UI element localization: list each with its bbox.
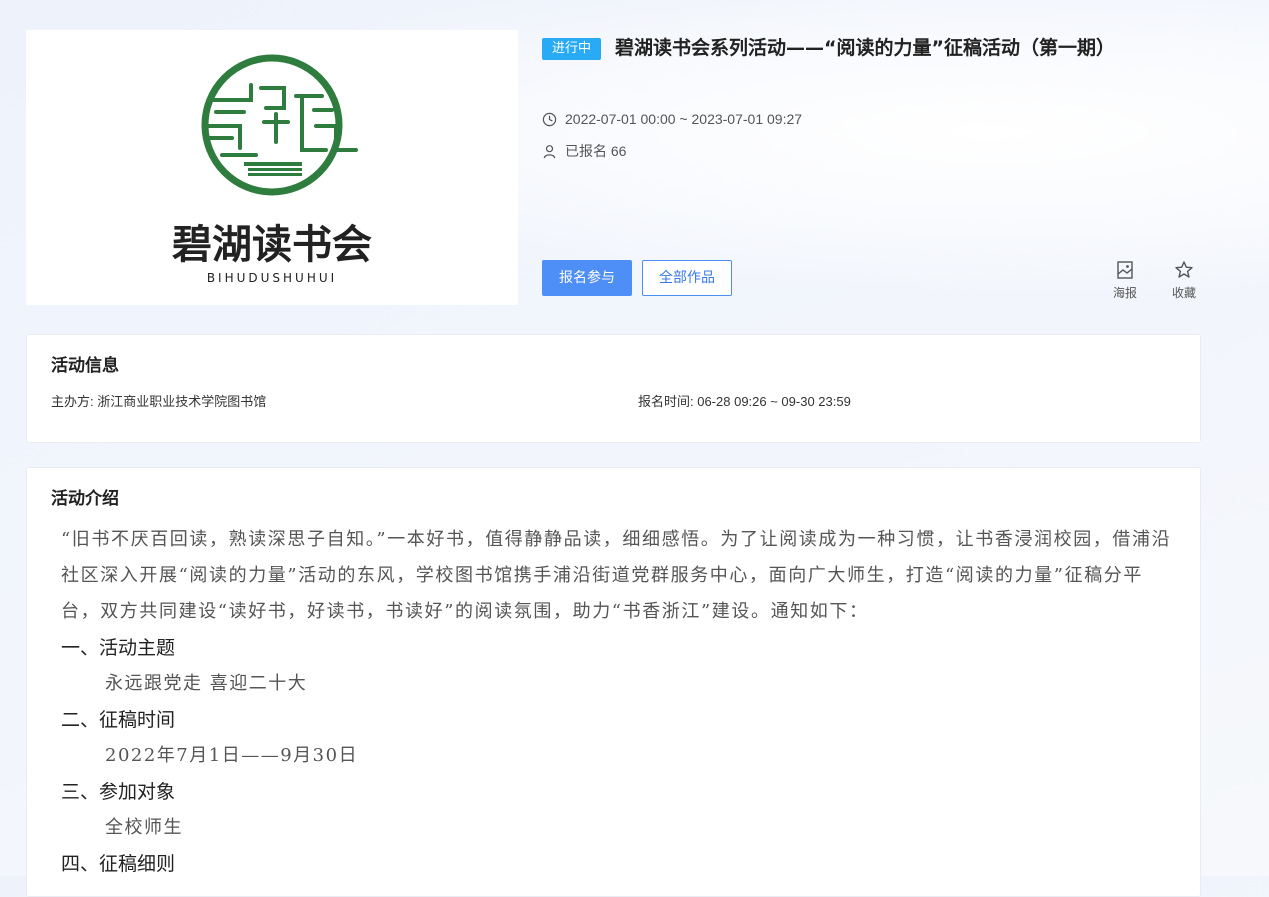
section-heading: 二、征稿时间 xyxy=(61,709,176,731)
section-heading: 一、活动主题 xyxy=(61,637,176,659)
activity-cover-image: 碧湖读书会 BIHUDUSHUHUI xyxy=(26,30,518,305)
section-text: 永远跟党走 喜迎二十大 xyxy=(105,673,308,694)
section-heading: 三、参加对象 xyxy=(61,781,176,803)
section-text: 2022年7月1日——9月30日 xyxy=(105,745,359,766)
intro-content: “旧书不厌百回读，熟读深思子自知。”一本好书，值得静静品读，细细感悟。为了让阅读… xyxy=(61,522,1181,882)
clock-icon xyxy=(542,112,557,126)
logo-title: 碧湖读书会 xyxy=(172,222,372,268)
signup-time-text: 报名时间: 06-28 09:26 ~ 09-30 23:59 xyxy=(638,394,851,409)
activity-intro-heading: 活动介绍 xyxy=(51,489,119,509)
bihu-logo: 碧湖读书会 BIHUDUSHUHUI xyxy=(172,54,372,285)
logo-pinyin: BIHUDUSHUHUI xyxy=(207,271,337,285)
poster-icon xyxy=(1117,261,1133,279)
activity-time: 2022-07-01 00:00 ~ 2023-07-01 09:27 xyxy=(542,109,802,129)
poster-button[interactable]: 海报 xyxy=(1105,260,1145,301)
organizer-text: 主办方: 浙江商业职业技术学院图书馆 xyxy=(51,394,267,409)
activity-info-heading: 活动信息 xyxy=(51,356,119,376)
activity-info-card: 活动信息 主办方: 浙江商业职业技术学院图书馆 报名时间: 06-28 09:2… xyxy=(26,334,1201,443)
user-icon xyxy=(543,144,556,158)
favorite-label: 收藏 xyxy=(1171,286,1196,300)
star-icon xyxy=(1175,261,1193,278)
section-text: 全校师生 xyxy=(105,817,183,838)
intro-paragraph: “旧书不厌百回读，熟读深思子自知。”一本好书，值得静静品读，细细感悟。为了让阅读… xyxy=(61,529,1172,622)
signup-count-text: 已报名 66 xyxy=(565,143,627,159)
favorite-button[interactable]: 收藏 xyxy=(1164,260,1204,301)
status-badge: 进行中 xyxy=(542,38,602,60)
activity-title: 碧湖读书会系列活动——“阅读的力量”征稿活动（第一期） xyxy=(615,37,1115,59)
poster-label: 海报 xyxy=(1112,286,1137,300)
signup-count: 已报名 66 xyxy=(542,141,626,161)
signup-button[interactable]: 报名参与 xyxy=(542,260,632,296)
activity-time-text: 2022-07-01 00:00 ~ 2023-07-01 09:27 xyxy=(565,111,803,127)
activity-intro-card: 活动介绍 “旧书不厌百回读，熟读深思子自知。”一本好书，值得静静品读，细细感悟。… xyxy=(26,467,1201,897)
section-heading: 四、征稿细则 xyxy=(61,853,176,875)
activity-title-block: 进行中 碧湖读书会系列活动——“阅读的力量”征稿活动（第一期） xyxy=(542,30,1132,66)
activity-header: 进行中 碧湖读书会系列活动——“阅读的力量”征稿活动（第一期） 2022-07-0… xyxy=(542,30,1202,300)
all-works-button[interactable]: 全部作品 xyxy=(642,260,732,296)
